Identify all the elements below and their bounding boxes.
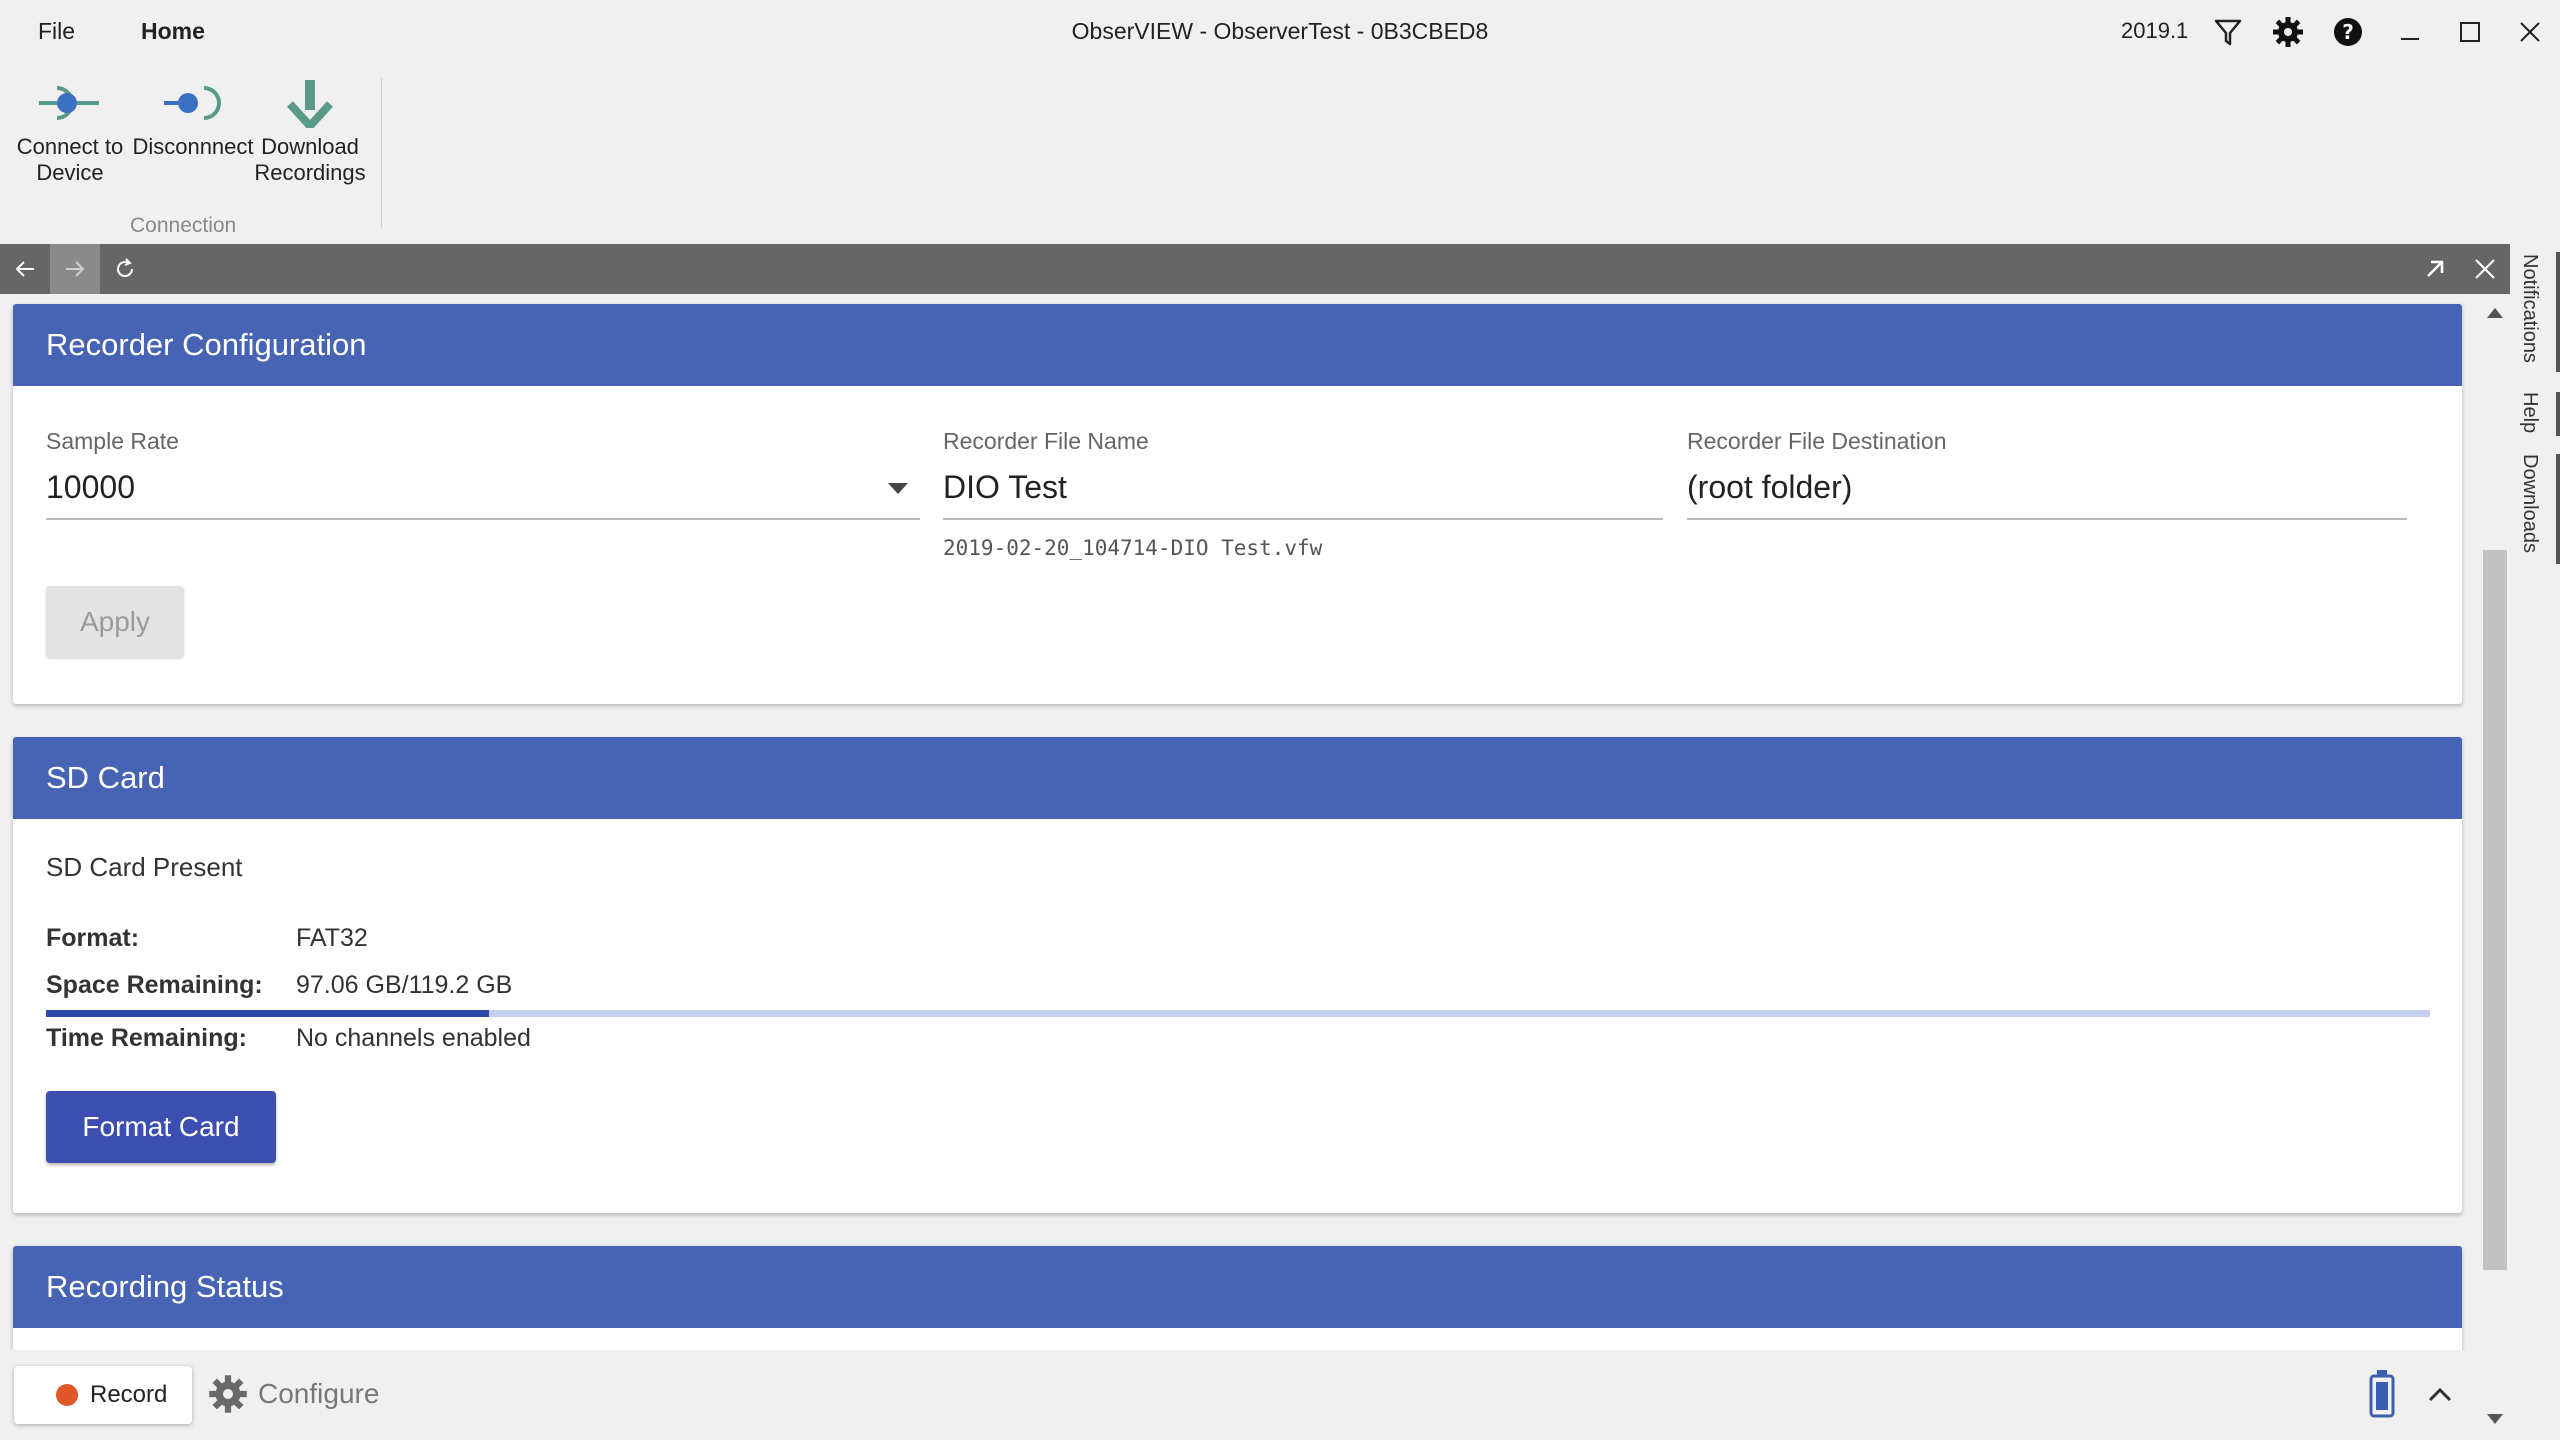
refresh-icon[interactable]: [100, 244, 150, 294]
disconnect-icon: [164, 86, 221, 120]
sample-rate-value: 10000: [46, 469, 135, 505]
recorder-file-destination-field: Recorder File Destination (root folder): [1687, 428, 2407, 520]
menu-home[interactable]: Home: [141, 18, 205, 45]
scroll-up-arrow[interactable]: [2487, 308, 2503, 318]
minimize-icon[interactable]: [2390, 12, 2430, 52]
configure-label: Configure: [258, 1378, 380, 1409]
ribbon: Connect to Device Disconnnect Download R…: [0, 62, 2560, 244]
sd-card-card: SD Card SD Card Present Format: FAT32 Sp…: [13, 737, 2462, 1213]
pop-out-icon[interactable]: [2410, 244, 2460, 294]
menu-file[interactable]: File: [38, 18, 75, 45]
recorder-file-destination-label: Recorder File Destination: [1687, 428, 1947, 454]
connect-to-device-button[interactable]: Connect to Device: [5, 72, 135, 202]
forward-arrow-icon[interactable]: [50, 244, 100, 294]
format-key: Format:: [46, 924, 140, 952]
space-remaining-key: Space Remaining:: [46, 971, 263, 999]
disconnect-button[interactable]: Disconnnect: [128, 72, 258, 202]
download-recordings-button[interactable]: Download Recordings: [245, 72, 375, 202]
download-label: Download Recordings: [254, 134, 366, 185]
close-panel-icon[interactable]: [2460, 244, 2510, 294]
format-value: FAT32: [296, 924, 368, 952]
recorder-file-destination-input[interactable]: (root folder): [1687, 469, 2407, 520]
recording-status-card: Recording Status: [13, 1246, 2462, 1350]
apply-button[interactable]: Apply: [46, 586, 184, 658]
chevron-up-icon[interactable]: [2426, 1380, 2454, 1413]
bottom-bar: Record Configure: [0, 1350, 2480, 1440]
record-button[interactable]: Record: [14, 1366, 192, 1424]
recorder-configuration-header: Recorder Configuration: [13, 304, 2462, 386]
sample-rate-select[interactable]: 10000: [46, 469, 920, 520]
recorder-file-name-label: Recorder File Name: [943, 428, 1149, 454]
notifications-tab-marker: [2556, 252, 2560, 372]
svg-text:?: ?: [2342, 20, 2354, 44]
recorder-file-name-field: Recorder File Name DIO Test: [943, 428, 1663, 520]
file-name-hint: 2019-02-20_104714-DIO Test.vfw: [943, 536, 1323, 560]
recording-status-header: Recording Status: [13, 1246, 2462, 1328]
downloads-tab[interactable]: Downloads: [2518, 454, 2541, 553]
connection-group-label: Connection: [130, 214, 237, 237]
version-label: 2019.1: [2121, 18, 2189, 43]
recorder-file-name-input[interactable]: DIO Test: [943, 469, 1663, 520]
space-progress-fill: [46, 1010, 490, 1017]
battery-usb-icon[interactable]: [2368, 1370, 2396, 1423]
maximize-icon[interactable]: [2450, 12, 2490, 52]
sd-card-status: SD Card Present: [46, 852, 243, 882]
recorder-configuration-card: Recorder Configuration Sample Rate 10000…: [13, 304, 2462, 704]
vertical-scrollbar[interactable]: [2480, 294, 2510, 1440]
back-arrow-icon[interactable]: [0, 244, 50, 294]
main-content: Recorder Configuration Sample Rate 10000…: [0, 294, 2480, 1350]
browser-nav-bar: [0, 244, 2510, 294]
help-tab-marker: [2556, 392, 2560, 436]
connect-icon: [39, 86, 99, 120]
download-arrow-icon: [287, 80, 333, 128]
scroll-thumb[interactable]: [2483, 550, 2507, 1270]
sample-rate-field: Sample Rate 10000: [46, 428, 920, 520]
ribbon-divider: [381, 78, 382, 228]
chevron-down-icon: [888, 483, 908, 494]
space-remaining-value: 97.06 GB/119.2 GB: [296, 971, 513, 999]
configure-gear-icon: [209, 1375, 247, 1413]
title-bar: File Home ObserVIEW - ObserverTest - 0B3…: [0, 0, 2560, 62]
sample-rate-label: Sample Rate: [46, 428, 179, 454]
help-icon[interactable]: ?: [2328, 12, 2368, 52]
gear-icon[interactable]: [2268, 12, 2308, 52]
side-tabs: Notifications Help Downloads: [2510, 244, 2560, 1440]
record-label: Record: [90, 1381, 168, 1408]
notifications-tab[interactable]: Notifications: [2518, 254, 2541, 363]
close-window-icon[interactable]: [2510, 12, 2550, 52]
connect-label: Connect to Device: [16, 134, 124, 185]
format-card-button[interactable]: Format Card: [46, 1091, 276, 1163]
sd-card-header: SD Card: [13, 737, 2462, 819]
configure-button[interactable]: Configure: [208, 1374, 379, 1414]
time-remaining-key: Time Remaining:: [46, 1024, 247, 1052]
scroll-down-arrow[interactable]: [2487, 1414, 2503, 1424]
downloads-tab-marker: [2556, 454, 2560, 564]
time-remaining-value: No channels enabled: [296, 1024, 531, 1052]
disconnect-label: Disconnnect: [132, 134, 254, 159]
record-dot-icon: [56, 1384, 78, 1406]
help-tab[interactable]: Help: [2518, 392, 2541, 433]
space-progress-bar: [46, 1010, 2430, 1017]
filter-icon[interactable]: [2208, 12, 2248, 52]
